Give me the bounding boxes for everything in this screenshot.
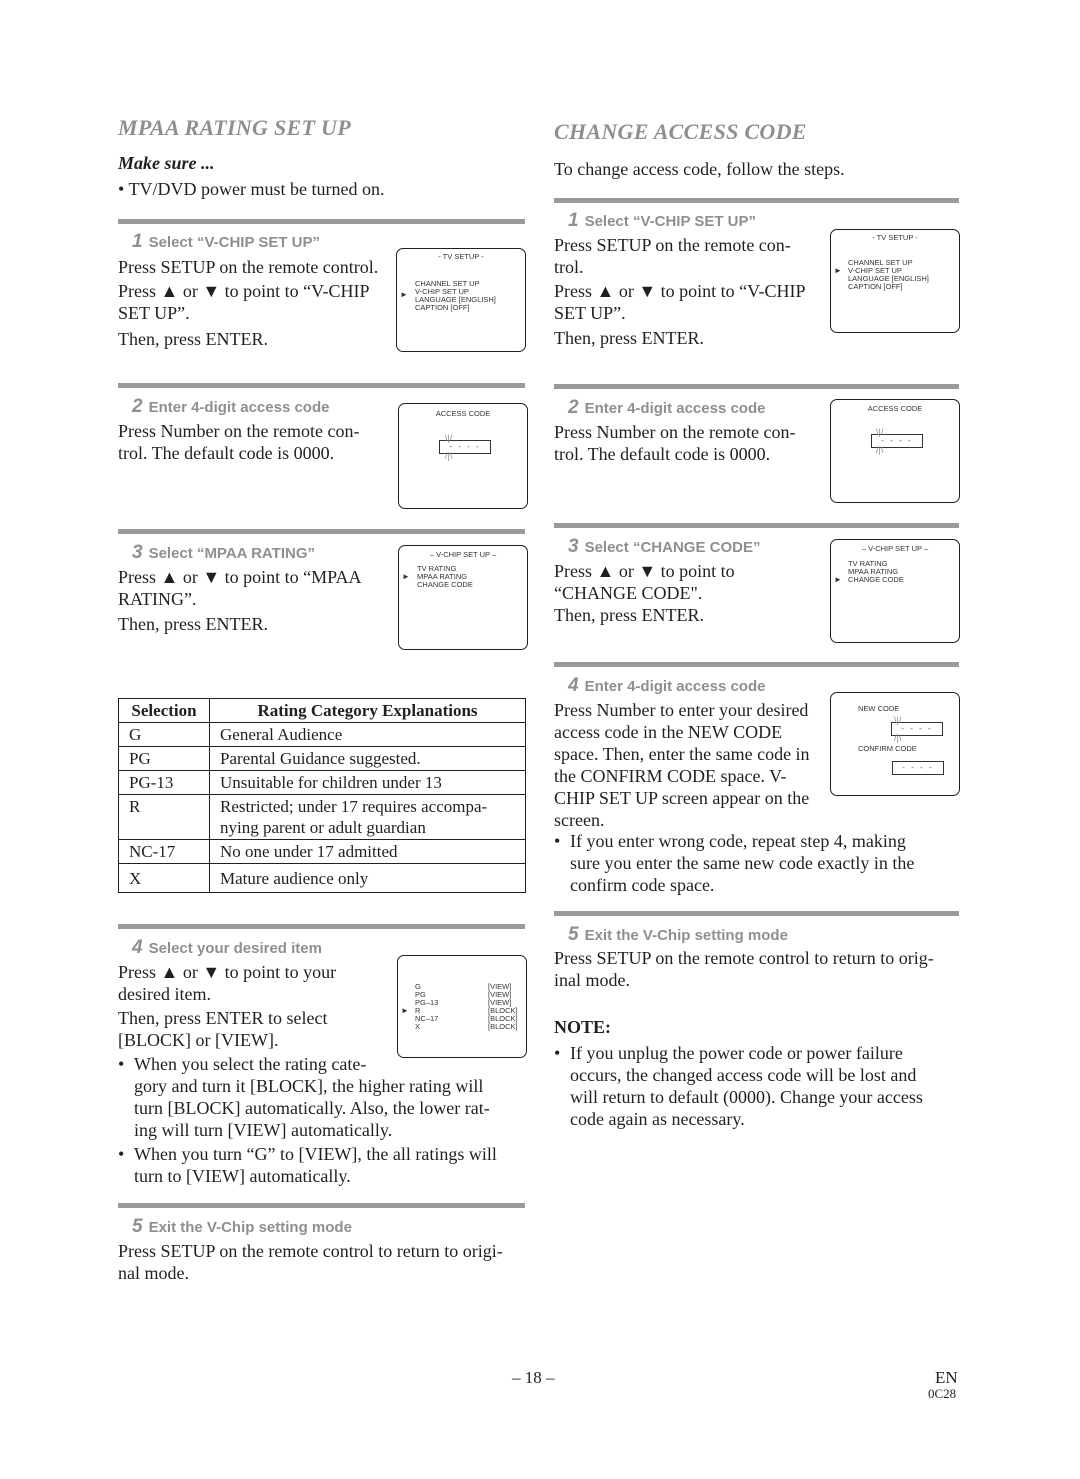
step-heading: 5 Exit the V-Chip setting mode	[568, 924, 788, 945]
confirm-code-field: - - - -	[892, 761, 944, 775]
make-sure-bullet: • TV/DVD power must be turned on.	[118, 178, 384, 200]
menu-item: CAPTION [OFF]	[415, 303, 470, 312]
table-row: G General Audience	[118, 722, 526, 747]
bullet-icon: •	[118, 1144, 125, 1164]
note-body: • If you unplug the power code or power …	[554, 1042, 964, 1130]
step-instructions: Press SETUP on the remote control to ret…	[118, 1241, 503, 1283]
section-title-mpaa: MPAA RATING SET UP	[118, 115, 351, 140]
pointer-icon: ►	[401, 1006, 409, 1015]
step-bullets: • If you enter wrong code, repeat step 4…	[554, 830, 964, 896]
confirm-code-label: CONFIRM CODE	[858, 744, 917, 753]
rating-select-screen: ► G PG PG–13 R NC–17 X [VIEW] [VIEW] [VI…	[397, 955, 527, 1058]
bullet-icon: •	[118, 179, 125, 199]
access-code-screen: ACCESS CODE - - - - \|/ /|\	[830, 399, 960, 503]
menu-list: TV RATING MPAA RATING CHANGE CODE	[417, 565, 473, 589]
document-code: 0C28	[928, 1386, 957, 1401]
divider	[554, 662, 959, 667]
table-row: R Restricted; under 17 requires accompa- …	[118, 794, 526, 840]
bullet-icon: •	[554, 831, 561, 851]
menu-item-selected: CHANGE CODE	[848, 575, 904, 584]
page-number: – 18 –	[512, 1368, 555, 1387]
bullet-icon: •	[118, 1054, 125, 1074]
divider	[118, 529, 525, 534]
bullet-item: • When you turn “G” to [VIEW], the all r…	[118, 1144, 497, 1186]
divider	[554, 911, 959, 916]
table-header: Rating Category Explanations	[209, 698, 526, 723]
new-code-label: NEW CODE	[858, 704, 900, 713]
rating-states: [VIEW] [VIEW] [VIEW] [BLOCK] [BLOCK] [BL…	[488, 982, 518, 1031]
divider	[118, 1203, 525, 1208]
table-row: PG Parental Guidance suggested.	[118, 746, 526, 771]
bullet-icon: •	[554, 1043, 561, 1063]
blink-icon: \|/	[876, 427, 884, 437]
step-heading: 4 Enter 4-digit access code	[568, 675, 766, 696]
step-instructions: Press ▲ or ▼ to point to “MPAA RATING”. …	[118, 567, 362, 634]
menu-list: CHANNEL SET UP V-CHIP SET UP LANGUAGE [E…	[848, 259, 929, 291]
step-instructions: Press SETUP on the remote con- trol. Pre…	[554, 235, 806, 348]
step-instructions: Press ▲ or ▼ to point to your desired it…	[118, 962, 337, 1050]
step-instructions: Press Number to enter your desired acces…	[554, 700, 810, 830]
table-row: X Mature audience only	[118, 863, 526, 893]
language-code: EN	[935, 1368, 958, 1387]
vchip-setup-screen: – V-CHIP SET UP – ► TV RATING MPAA RATIN…	[398, 545, 528, 650]
bullet-item: • When you select the rating cate- gory …	[118, 1054, 490, 1140]
divider	[554, 523, 959, 528]
tv-setup-screen: - TV SETUP - ► CHANNEL SET UP V-CHIP SET…	[396, 248, 526, 352]
pointer-icon: ►	[834, 266, 842, 275]
menu-list: TV RATING MPAA RATING CHANGE CODE	[848, 560, 904, 584]
note-heading: NOTE:	[554, 1017, 612, 1037]
table-row: PG-13 Unsuitable for children under 13	[118, 770, 526, 795]
new-code-screen: NEW CODE - - - - \|/ /|\ CONFIRM CODE - …	[830, 692, 960, 796]
pointer-icon: ►	[402, 572, 410, 581]
step-instructions: Press Number on the remote con- trol. Th…	[118, 421, 360, 463]
section-title-change-code: CHANGE ACCESS CODE	[554, 119, 807, 144]
blink-icon: \|/	[445, 433, 453, 443]
step-heading: 1 Select “V-CHIP SET UP”	[568, 210, 757, 231]
menu-list: CHANNEL SET UP V-CHIP SET UP LANGUAGE [E…	[415, 280, 496, 312]
step-heading: 3 Select “CHANGE CODE”	[568, 536, 761, 557]
step-heading: 5 Exit the V-Chip setting mode	[132, 1216, 352, 1237]
table-header-row: Selection Rating Category Explanations	[118, 698, 526, 723]
blink-icon: /|\	[894, 733, 902, 743]
divider	[118, 383, 525, 388]
table-row: NC-17 No one under 17 admitted	[118, 839, 526, 864]
step-bullets: • When you select the rating cate- gory …	[118, 1053, 528, 1187]
vchip-setup-screen: – V-CHIP SET UP – ► TV RATING MPAA RATIN…	[830, 539, 960, 643]
access-code-screen: ACCESS CODE - - - - \|/ /|\	[398, 403, 528, 509]
step-heading: 1 Select “V-CHIP SET UP”	[132, 231, 321, 252]
tv-setup-screen: - TV SETUP - ► CHANNEL SET UP V-CHIP SET…	[830, 229, 960, 333]
step-heading: 4 Select your desired item	[132, 937, 322, 958]
blink-icon: /|\	[876, 445, 884, 455]
step-instructions: Press SETUP on the remote control to ret…	[554, 948, 934, 990]
rating-labels: G PG PG–13 R NC–17 X	[415, 982, 439, 1031]
table-header: Selection	[118, 698, 210, 723]
divider	[118, 219, 525, 224]
make-sure-text: TV/DVD power must be turned on.	[128, 179, 385, 199]
pointer-icon: ►	[834, 575, 842, 584]
step-heading: 3 Select “MPAA RATING”	[132, 542, 315, 563]
make-sure-label: Make sure ...	[118, 153, 215, 173]
blink-icon: /|\	[445, 451, 453, 461]
step-heading: 2 Enter 4-digit access code	[568, 397, 766, 418]
rating-table: Selection Rating Category Explanations G…	[118, 698, 526, 893]
divider	[554, 384, 959, 389]
menu-item: CAPTION [OFF]	[848, 282, 903, 291]
intro-text: To change access code, follow the steps.	[554, 159, 845, 179]
step-instructions: Press SETUP on the remote control. Press…	[118, 257, 379, 349]
bullet-item: • If you enter wrong code, repeat step 4…	[554, 831, 915, 895]
blink-icon: \|/	[894, 715, 902, 725]
bullet-item: • If you unplug the power code or power …	[554, 1043, 923, 1129]
divider	[554, 198, 959, 203]
menu-item: CHANGE CODE	[417, 580, 473, 589]
step-instructions: Press ▲ or ▼ to point to “CHANGE CODE". …	[554, 561, 735, 625]
divider	[118, 924, 525, 929]
pointer-icon: ►	[400, 290, 408, 299]
step-instructions: Press Number on the remote con- trol. Th…	[554, 422, 796, 464]
step-heading: 2 Enter 4-digit access code	[132, 396, 330, 417]
